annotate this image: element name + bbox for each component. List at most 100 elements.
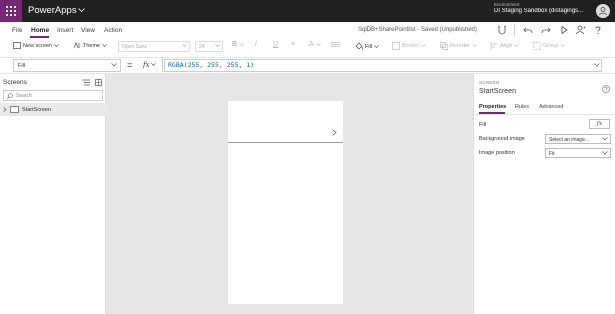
chevron-down-icon[interactable] bbox=[78, 8, 85, 13]
theme-icon bbox=[73, 42, 81, 49]
chevron-down-icon bbox=[374, 44, 379, 49]
group-label: Group bbox=[543, 43, 559, 49]
tab-advanced[interactable]: Advanced bbox=[539, 104, 563, 110]
background-image-select[interactable]: Select an image... bbox=[545, 134, 611, 144]
undo-icon[interactable] bbox=[522, 24, 534, 36]
fill-button[interactable]: Fill bbox=[354, 42, 379, 51]
help-icon[interactable] bbox=[592, 24, 604, 36]
health-check-icon[interactable] bbox=[496, 24, 508, 36]
toolbar-divider bbox=[514, 24, 515, 36]
border-button[interactable]: Border bbox=[392, 42, 426, 50]
fill-bucket-icon bbox=[354, 42, 363, 51]
user-avatar-icon[interactable] bbox=[596, 4, 610, 18]
tree-item-startscreen[interactable]: StartScreen bbox=[0, 103, 106, 116]
help-icon[interactable] bbox=[602, 85, 610, 93]
fill-property-label: Fill bbox=[479, 122, 487, 128]
italic-button[interactable]: / bbox=[255, 41, 257, 48]
theme-label: Theme bbox=[83, 42, 101, 49]
object-type-label: SCREEN bbox=[479, 80, 500, 85]
expand-chevron-icon[interactable] bbox=[594, 63, 600, 67]
background-image-value: Select an image... bbox=[549, 137, 590, 143]
tabs-divider bbox=[474, 114, 615, 115]
image-position-label: Image position bbox=[479, 150, 515, 156]
underline-button[interactable]: U bbox=[273, 41, 278, 48]
environment-name[interactable]: DI Staging Sandbox (distagings... bbox=[494, 8, 594, 14]
screen-icon bbox=[10, 106, 19, 113]
reorder-icon bbox=[440, 42, 448, 50]
chevron-down-icon bbox=[315, 42, 321, 47]
align-label: Align bbox=[500, 43, 513, 49]
screens-search-input[interactable]: Search bbox=[3, 90, 103, 101]
menu-home[interactable]: Home bbox=[31, 27, 49, 34]
fx-label: fx bbox=[143, 61, 150, 69]
new-screen-button[interactable]: New screen bbox=[13, 42, 59, 49]
align-text-button[interactable]: ≡ bbox=[291, 41, 295, 48]
font-color-button[interactable]: A bbox=[309, 41, 321, 48]
menu-action[interactable]: Action bbox=[104, 27, 122, 34]
play-icon[interactable] bbox=[558, 24, 570, 36]
waffle-icon[interactable] bbox=[0, 0, 22, 22]
underline-label: U bbox=[273, 41, 279, 48]
menu-view[interactable]: View bbox=[81, 27, 95, 34]
active-menu-indicator bbox=[30, 36, 49, 38]
image-position-select[interactable]: Fit bbox=[545, 148, 611, 158]
app-name[interactable]: PowerApps bbox=[28, 5, 77, 16]
object-name[interactable]: StartScreen bbox=[479, 88, 516, 95]
environment-label: Environment bbox=[494, 2, 520, 7]
theme-button[interactable]: Theme bbox=[73, 42, 107, 49]
align-button[interactable]: Align bbox=[490, 42, 519, 50]
document-title: SqlDB+SharePointlist - Saved (Unpublishe… bbox=[358, 27, 477, 33]
share-user-icon[interactable] bbox=[575, 24, 587, 36]
font-size-value: 24 bbox=[199, 44, 205, 50]
chevron-down-icon bbox=[150, 63, 156, 67]
header-divider bbox=[228, 142, 343, 143]
chevron-down-icon bbox=[602, 137, 608, 141]
line-weight-icon bbox=[331, 41, 340, 48]
border-label: Border bbox=[402, 43, 419, 49]
line-weight-button[interactable] bbox=[331, 41, 340, 48]
screen-preview[interactable] bbox=[228, 101, 343, 304]
thumbnail-view-icon[interactable] bbox=[95, 79, 102, 86]
tree-view-icon[interactable] bbox=[82, 79, 90, 86]
screens-panel-title: Screens bbox=[3, 79, 27, 86]
menu-file[interactable]: File bbox=[12, 27, 22, 34]
chevron-right-icon[interactable] bbox=[332, 129, 337, 136]
chevron-right-icon[interactable] bbox=[3, 107, 7, 112]
bold-button[interactable]: B bbox=[232, 41, 244, 48]
top-bar: PowerApps Environment DI Staging Sandbox… bbox=[0, 0, 615, 22]
chevron-down-icon bbox=[111, 63, 117, 67]
new-screen-label: New screen bbox=[23, 42, 53, 49]
group-button[interactable]: Group bbox=[533, 42, 566, 50]
font-color-label: A bbox=[309, 41, 314, 48]
tab-rules[interactable]: Rules bbox=[515, 104, 529, 110]
font-family-select[interactable]: Open Sans bbox=[118, 41, 190, 52]
menu-insert[interactable]: Insert bbox=[57, 27, 73, 34]
font-size-select[interactable]: 24 bbox=[195, 41, 223, 52]
chevron-down-icon bbox=[560, 44, 566, 48]
chevron-down-icon bbox=[472, 44, 477, 48]
function-button[interactable]: fx bbox=[143, 58, 163, 72]
align-icon bbox=[490, 42, 498, 50]
fill-fx-button[interactable]: fx bbox=[589, 119, 610, 129]
chevron-down-icon bbox=[182, 44, 187, 48]
formula-text[interactable]: RGBA(255, 255, 255, 1) bbox=[168, 61, 254, 69]
chevron-down-icon bbox=[602, 151, 608, 155]
tree-item-label: StartScreen bbox=[22, 106, 52, 113]
font-family-value: Open Sans bbox=[122, 44, 148, 50]
ribbon-toolbar: New screen Theme Open Sans 24 B / U ≡ A … bbox=[0, 39, 615, 55]
new-screen-icon bbox=[13, 42, 21, 49]
chevron-down-icon bbox=[215, 44, 220, 48]
chevron-down-icon bbox=[514, 44, 519, 48]
environment-picker[interactable]: Environment DI Staging Sandbox (distagin… bbox=[494, 2, 594, 14]
search-icon bbox=[7, 92, 13, 99]
tab-properties[interactable]: Properties bbox=[479, 104, 506, 110]
align-text-label: ≡ bbox=[291, 41, 296, 48]
background-image-label: Background image bbox=[479, 136, 525, 142]
reorder-button[interactable]: Reorder bbox=[440, 42, 477, 50]
border-icon bbox=[392, 42, 400, 50]
chevron-down-icon bbox=[54, 43, 59, 48]
fill-label: Fill bbox=[365, 43, 373, 50]
property-select[interactable]: Fill bbox=[13, 59, 121, 72]
chevron-down-icon bbox=[239, 42, 244, 47]
redo-icon[interactable] bbox=[540, 24, 552, 36]
